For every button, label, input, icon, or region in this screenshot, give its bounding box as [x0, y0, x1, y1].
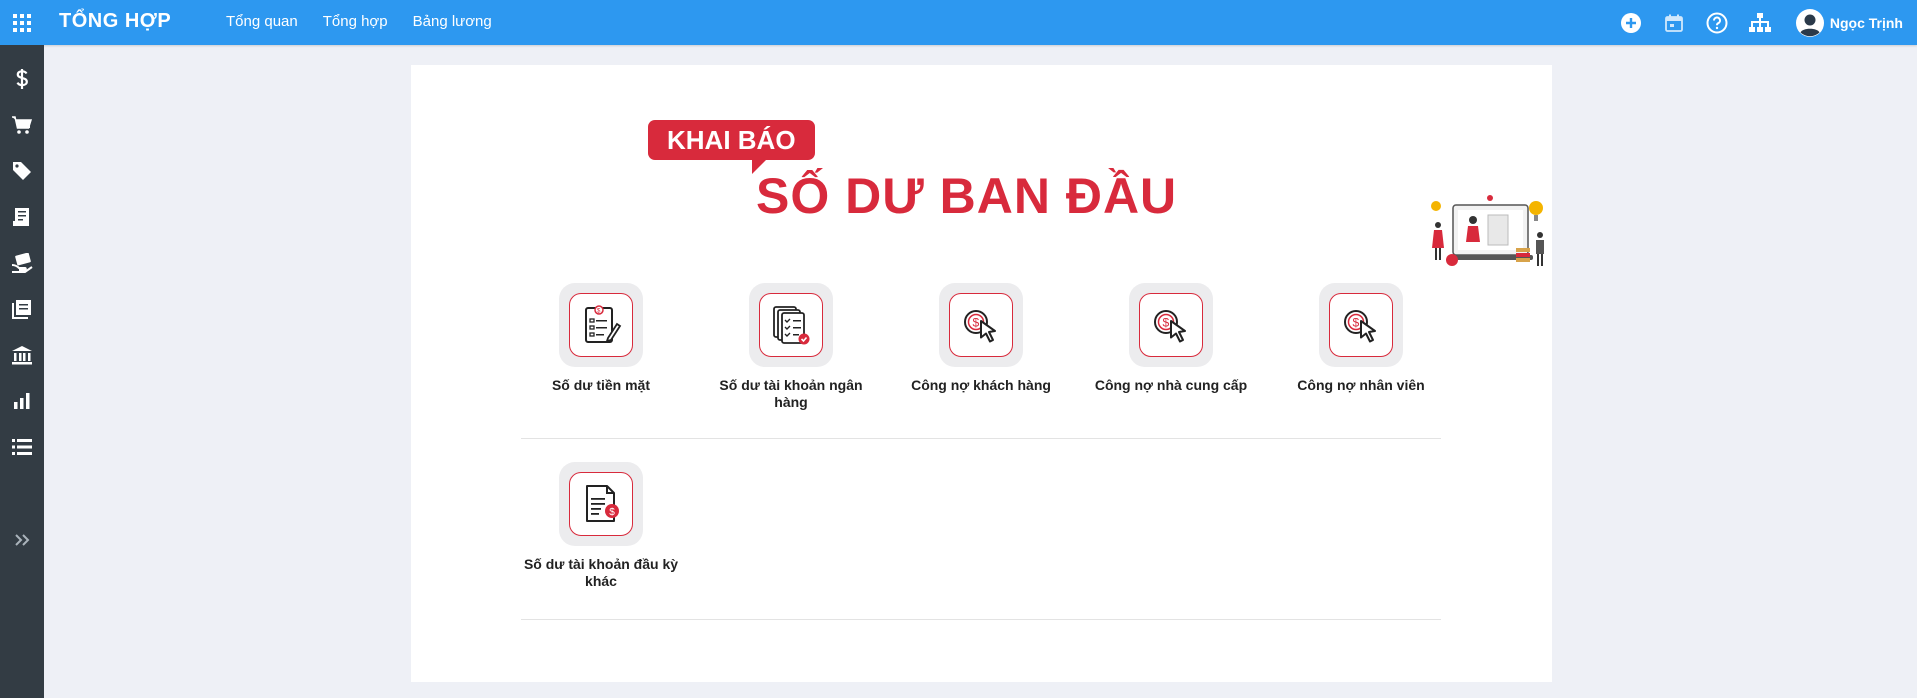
tile-label: Số dư tài khoản ngân hàng: [719, 377, 863, 410]
bank-icon[interactable]: [0, 337, 44, 373]
main-panel: KHAI BÁO SỐ DƯ BAN ĐẦU $ Số dư tiền mặt …: [411, 65, 1552, 682]
user-name: Ngọc Trịnh: [1829, 14, 1903, 31]
dollar-icon[interactable]: [0, 61, 44, 97]
document-coin-icon: $: [586, 485, 619, 522]
apps-grid-icon[interactable]: [13, 14, 31, 32]
top-bar: TỔNG HỢP Tổng quan Tổng hợp Bảng lương N…: [0, 0, 1917, 45]
cash-document-icon: $: [585, 305, 622, 343]
top-nav: Tổng quan Tổng hợp Bảng lương: [226, 13, 517, 30]
illustration-image: [1431, 195, 1544, 266]
header-actions: Ngọc Trịnh: [1600, 0, 1917, 45]
org-chart-icon[interactable]: [1748, 11, 1772, 35]
sidebar: [0, 45, 44, 698]
svg-text:$: $: [1353, 316, 1360, 330]
list-icon[interactable]: [0, 429, 44, 465]
tile-so-du-tai-khoan-ngan-hang[interactable]: Số dư tài khoản ngân hàng: [706, 283, 876, 411]
tile-label: Số dư tài khoản đầu kỳ khác: [523, 556, 679, 589]
svg-text:$: $: [1163, 316, 1170, 330]
tile-label: Công nợ nhân viên: [1297, 377, 1425, 393]
receipt-icon[interactable]: [0, 199, 44, 235]
divider: [521, 438, 1441, 439]
tile-label: Công nợ khách hàng: [911, 377, 1051, 393]
tile-label: Số dư tiền mặt: [551, 377, 651, 393]
tile-cong-no-nhan-vien[interactable]: $ Công nợ nhân viên: [1276, 283, 1446, 394]
coin-cursor-icon: $: [964, 310, 996, 343]
book-icon[interactable]: [0, 291, 44, 327]
help-icon[interactable]: [1705, 11, 1729, 35]
nav-item-bang-luong[interactable]: Bảng lương: [413, 13, 492, 30]
banner-title: SỐ DƯ BAN ĐẦU: [756, 168, 1178, 224]
tile-so-du-tai-khoan-dau-ky-khac[interactable]: $ Số dư tài khoản đầu kỳ khác: [516, 462, 686, 590]
tile-label: Công nợ nhà cung cấp: [1094, 377, 1248, 393]
coin-cursor-icon: $: [1154, 310, 1186, 343]
tag-icon[interactable]: [0, 153, 44, 189]
svg-text:$: $: [609, 507, 615, 518]
banner-bubble: KHAI BÁO: [648, 120, 815, 160]
user-menu[interactable]: Ngọc Trịnh: [1795, 8, 1903, 37]
svg-text:$: $: [973, 316, 980, 330]
tile-cong-no-khach-hang[interactable]: $ Công nợ khách hàng: [896, 283, 1066, 394]
calendar-icon[interactable]: [1662, 11, 1686, 35]
hand-money-icon[interactable]: [0, 245, 44, 281]
divider: [521, 619, 1441, 620]
tile-cong-no-nha-cung-cap[interactable]: $ Công nợ nhà cung cấp: [1086, 283, 1256, 394]
expand-icon[interactable]: [0, 522, 44, 558]
coin-cursor-icon: $: [1344, 310, 1376, 343]
banner: KHAI BÁO SỐ DƯ BAN ĐẦU: [648, 120, 1544, 266]
avatar: [1795, 8, 1824, 37]
tile-so-du-tien-mat[interactable]: $ Số dư tiền mặt: [516, 283, 686, 394]
bar-chart-icon[interactable]: [0, 383, 44, 419]
nav-item-tong-quan[interactable]: Tổng quan: [226, 13, 298, 30]
plus-circle-icon[interactable]: [1619, 11, 1643, 35]
cart-icon[interactable]: [0, 107, 44, 143]
bank-documents-icon: [773, 306, 810, 345]
nav-item-tong-hop[interactable]: Tổng hợp: [323, 13, 388, 30]
app-title: TỔNG HỢP: [59, 10, 172, 32]
